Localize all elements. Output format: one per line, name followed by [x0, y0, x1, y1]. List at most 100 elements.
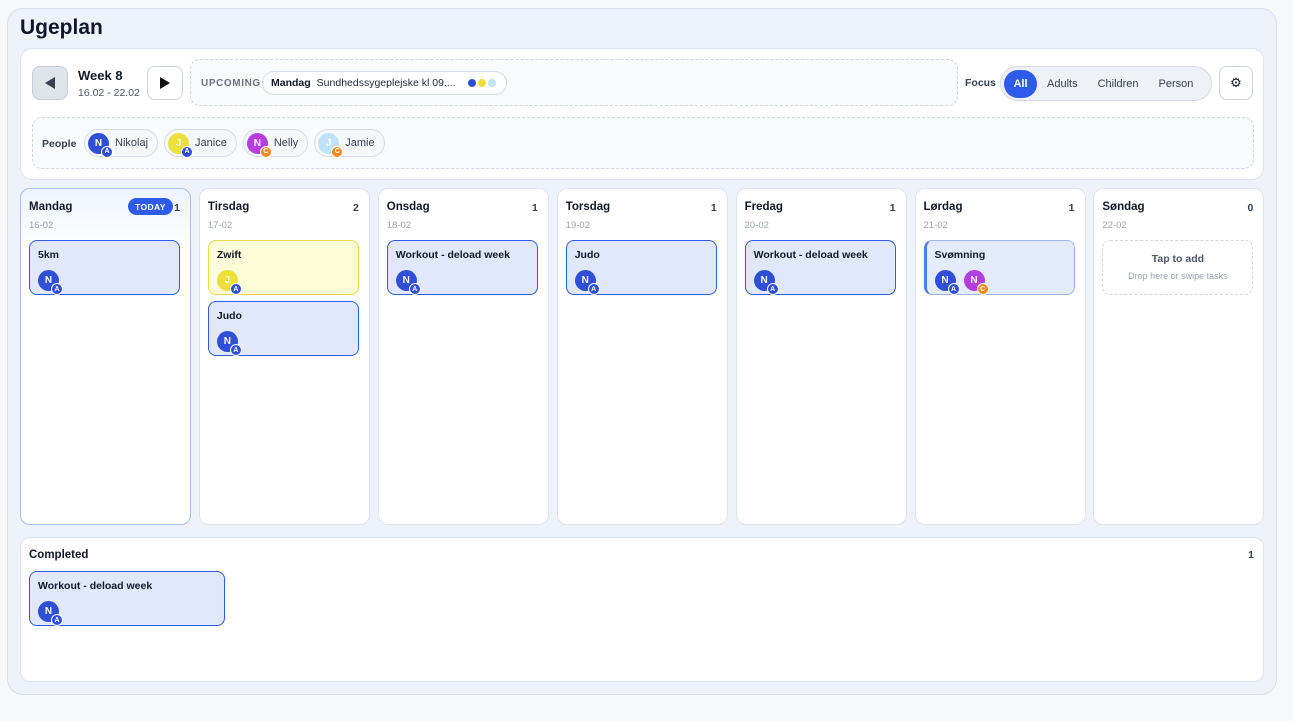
task-card[interactable]: 5km N A	[29, 240, 180, 295]
avatar: JA	[216, 270, 242, 295]
day-name: Onsdag	[386, 201, 430, 213]
day-date: 16-02	[29, 220, 54, 231]
task-assignees: NA	[38, 270, 63, 295]
day-date: 21-02	[923, 220, 948, 231]
focus-option-all[interactable]: All	[1004, 69, 1037, 98]
task-title: Workout - deload week	[395, 249, 510, 261]
day-date: 18-02	[386, 220, 412, 231]
upcoming-title: UPCOMING	[201, 78, 261, 89]
person-chip-nelly[interactable]: N C Nelly	[242, 129, 309, 158]
person-name: Jamie	[345, 137, 375, 149]
task-card[interactable]: Workout - deload week N A	[744, 240, 896, 295]
person-name: Janice	[195, 137, 227, 149]
child-badge: C	[259, 145, 272, 158]
task-card[interactable]: Workout - deload week N A	[386, 240, 538, 295]
add-task-dropzone[interactable]: Tap to add Drop here or swipe tasks	[1102, 240, 1254, 295]
adult-badge: A	[229, 283, 242, 295]
day-name: Fredag	[744, 201, 783, 213]
child-badge: C	[331, 145, 344, 158]
completed-panel: Completed 1 Workout - deload week N A	[20, 537, 1264, 682]
dropzone-hint: Drop here or swipe tasks	[1128, 271, 1228, 281]
upcoming-people-dots	[467, 79, 496, 87]
task-assignees: NANC	[934, 270, 989, 295]
adult-badge: A	[408, 283, 421, 295]
person-chip-janice[interactable]: J A Janice	[164, 129, 237, 158]
week-label: Week 8	[78, 68, 123, 83]
people-label: People	[42, 138, 77, 150]
focus-filter: All Adults Children Person	[1000, 66, 1212, 101]
avatar: NA	[574, 270, 600, 295]
day-name: Lørdag	[923, 201, 963, 213]
day-column-mandag: Mandag 16-02 TODAY 1 5km N A	[20, 188, 191, 525]
day-column-fredag: Fredag 20-02 1 Workout - deload week N A	[735, 188, 907, 525]
adult-badge: A	[101, 145, 113, 158]
add-task-label: Tap to add	[1151, 253, 1205, 265]
task-title: Workout - deload week	[38, 580, 153, 592]
adult-badge: A	[181, 145, 194, 158]
person-chip-nikolaj[interactable]: N A Nikolaj	[84, 129, 159, 158]
day-name: Tirsdag	[207, 201, 250, 213]
settings-button[interactable]: ⚙	[1219, 66, 1253, 100]
person-name: Nelly	[273, 137, 299, 149]
task-card[interactable]: Svømning N A N C	[923, 240, 1075, 295]
person-dot	[487, 79, 496, 87]
week-range: 16.02 - 22.02	[78, 87, 140, 99]
person-dot	[477, 79, 486, 87]
upcoming-event-text: Sundhedssygeplejske kl 09....	[316, 77, 456, 89]
gear-icon: ⚙	[1230, 75, 1242, 90]
page-title: Ugeplan	[20, 16, 103, 39]
play-right-icon	[160, 77, 170, 89]
focus-label: Focus	[965, 77, 996, 89]
avatar: NA	[934, 270, 960, 295]
task-title: Zwift	[216, 249, 242, 261]
next-week-button[interactable]	[147, 66, 183, 100]
adult-badge: A	[947, 283, 960, 295]
avatar: NA	[88, 132, 113, 158]
task-card[interactable]: Zwift J A	[207, 240, 359, 295]
adult-badge: A	[51, 614, 63, 626]
day-task-count: 1	[889, 202, 896, 214]
task-card[interactable]: Judo N A	[565, 240, 717, 295]
person-chip-jamie[interactable]: J C Jamie	[314, 129, 385, 158]
day-task-count: 1	[531, 202, 538, 214]
avatar: NA	[395, 270, 421, 295]
avatar: NA	[38, 270, 63, 295]
day-date: 19-02	[565, 220, 590, 231]
adult-badge: A	[587, 283, 600, 295]
avatar: NC	[963, 270, 989, 295]
person-dot	[467, 79, 476, 87]
avatar: NA	[38, 601, 63, 626]
focus-option-adults[interactable]: Adults	[1037, 70, 1088, 98]
toolbar-card: Week 8 16.02 - 22.02 UPCOMING Mandag Sun…	[20, 48, 1264, 180]
completed-title: Completed	[29, 549, 89, 561]
upcoming-panel: UPCOMING Mandag Sundhedssygeplejske kl 0…	[190, 59, 958, 106]
task-title: Workout - deload week	[753, 249, 868, 261]
task-card[interactable]: Workout - deload week N A	[29, 571, 225, 626]
day-column-søndag: Søndag 22-02 0 Tap to add Drop here or swipe…	[1093, 188, 1265, 525]
task-card[interactable]: Judo N A	[207, 301, 359, 356]
day-task-count: 1	[174, 202, 180, 214]
task-assignees: NA	[753, 270, 779, 295]
upcoming-event-day: Mandag	[271, 77, 311, 89]
day-task-count: 1	[710, 202, 717, 214]
adult-badge: A	[51, 283, 63, 295]
day-date: 22-02	[1102, 220, 1127, 231]
avatar: NC	[246, 132, 272, 158]
day-name: Søndag	[1102, 201, 1145, 213]
chevron-left-icon	[45, 77, 55, 89]
day-column-onsdag: Onsdag 18-02 1 Workout - deload week N A	[377, 188, 549, 525]
upcoming-event[interactable]: Mandag Sundhedssygeplejske kl 09....	[262, 71, 507, 95]
day-task-count: 0	[1247, 202, 1254, 214]
avatar: JA	[168, 132, 194, 158]
day-date: 17-02	[207, 220, 233, 231]
previous-week-button[interactable]	[32, 66, 68, 100]
adult-badge: A	[229, 344, 242, 356]
focus-option-person[interactable]: Person	[1149, 70, 1204, 98]
day-name: Mandag	[29, 201, 73, 213]
task-assignees: NA	[574, 270, 600, 295]
day-task-count: 1	[1068, 202, 1075, 214]
people-panel: People N A Nikolaj J A Janice N C Nelly J C Jamie	[32, 117, 1254, 169]
task-assignees: JA	[216, 270, 242, 295]
day-column-lørdag: Lørdag 21-02 1 Svømning N A N C	[914, 188, 1086, 525]
focus-option-children[interactable]: Children	[1088, 70, 1149, 98]
